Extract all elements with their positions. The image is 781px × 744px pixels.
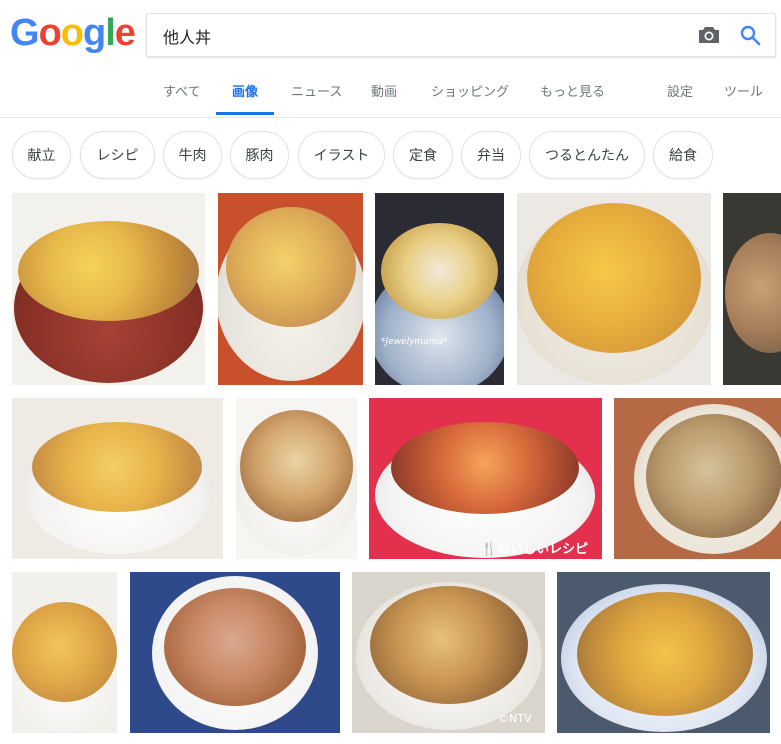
chip-recipe[interactable]: レシピ [80, 131, 155, 179]
image-result[interactable] [12, 572, 117, 733]
food-shape [370, 586, 528, 704]
tab-settings[interactable]: 設定 [667, 75, 693, 115]
search-tabs: すべて 画像 ニュース 動画 ショッピング もっと見る 設定 ツール [0, 75, 781, 117]
image-result[interactable]: ©NTV [352, 572, 545, 733]
camera-icon[interactable] [698, 26, 720, 44]
food-shape [18, 221, 199, 321]
image-result[interactable]: *Jewelymama* [375, 193, 504, 385]
chip-beef[interactable]: 牛肉 [163, 131, 222, 179]
image-result[interactable] [236, 398, 357, 559]
image-watermark: ©NTV [498, 712, 532, 725]
tab-more[interactable]: もっと見る [540, 75, 605, 115]
image-result[interactable] [517, 193, 711, 385]
chip-kyushoku[interactable]: 給食 [653, 131, 713, 179]
search-input[interactable] [161, 14, 665, 58]
logo-letter: l [105, 12, 116, 54]
header: Google すべて 画像 ニュース 動画 ショッピング もっと見る 設定 ツー… [0, 0, 781, 118]
image-result[interactable] [557, 572, 770, 733]
food-shape [12, 602, 117, 702]
logo-letter: G [10, 12, 40, 54]
food-shape [391, 422, 579, 514]
image-result[interactable] [614, 398, 781, 559]
tab-shopping[interactable]: ショッピング [431, 75, 509, 115]
chip-bento[interactable]: 弁当 [461, 131, 521, 179]
chip-tsurutontan[interactable]: つるとんたん [529, 131, 645, 179]
image-result[interactable] [12, 398, 223, 559]
food-shape [725, 233, 781, 353]
food-shape [226, 207, 356, 327]
google-logo[interactable]: Google [10, 11, 136, 55]
search-box [146, 13, 776, 58]
logo-letter: e [114, 12, 136, 54]
tab-news[interactable]: ニュース [291, 75, 342, 115]
image-result[interactable] [218, 193, 363, 385]
tab-videos[interactable]: 動画 [371, 75, 397, 115]
food-shape [577, 592, 753, 716]
chip-teishoku[interactable]: 定食 [393, 131, 453, 179]
image-watermark: *Jewelymama* [381, 337, 448, 347]
image-result[interactable] [12, 193, 205, 385]
image-result[interactable] [130, 572, 340, 733]
food-shape [527, 203, 701, 353]
search-icon[interactable] [739, 24, 761, 46]
related-search-chips: 献立 レシピ 牛肉 豚肉 イラスト 定食 弁当 つるとんたん 給食 [0, 131, 781, 185]
tab-tools[interactable]: ツール [724, 75, 763, 115]
tab-all[interactable]: すべて [163, 75, 201, 115]
image-result[interactable]: 🍴おいしいレシピ [369, 398, 602, 559]
food-shape [381, 223, 498, 319]
logo-letter: g [83, 12, 106, 54]
food-shape [240, 410, 353, 522]
image-result[interactable] [723, 193, 781, 385]
logo-letter: o [38, 12, 62, 54]
logo-letter: o [60, 12, 84, 54]
food-shape [646, 414, 781, 538]
food-shape [164, 588, 306, 706]
chip-kondate[interactable]: 献立 [12, 131, 71, 179]
image-watermark: 🍴おいしいレシピ [481, 542, 589, 557]
chip-illustration[interactable]: イラスト [298, 131, 385, 179]
chip-pork[interactable]: 豚肉 [230, 131, 289, 179]
food-shape [32, 422, 202, 512]
tab-images[interactable]: 画像 [216, 75, 274, 115]
